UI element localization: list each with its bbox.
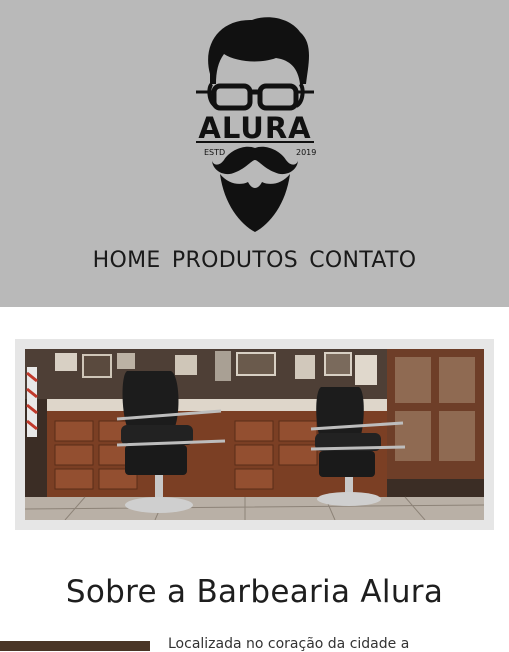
about-image [0,641,150,651]
site-header: ALURA ESTD 2019 HOME PRODUTOS CONTATO [0,0,509,307]
about-title: Sobre a Barbearia Alura [65,574,444,610]
main-nav: HOME PRODUTOS CONTATO [0,248,509,273]
about-text-preview: Localizada no coração da cidade a [168,636,410,652]
alura-barber-logo[interactable]: ALURA ESTD 2019 [190,14,320,236]
brand-name: ALURA [198,111,311,145]
brand-estd-label: ESTD [204,148,225,157]
barbershop-banner-image [25,349,484,520]
nav-produtos-link[interactable]: PRODUTOS [172,248,298,273]
banner-frame [15,339,494,530]
nav-contato-link[interactable]: CONTATO [309,248,416,273]
nav-home-link[interactable]: HOME [93,248,161,273]
brand-estd-year: 2019 [296,148,316,157]
